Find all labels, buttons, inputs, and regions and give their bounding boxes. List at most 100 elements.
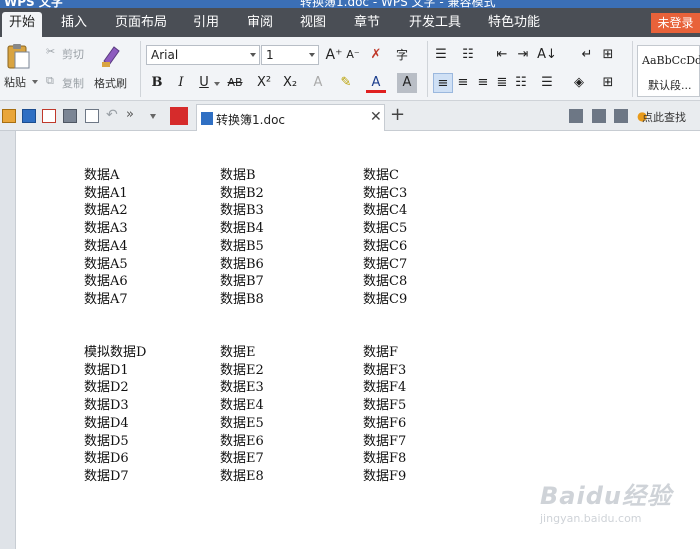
wps-logo-icon[interactable] xyxy=(170,107,188,125)
align-right-button[interactable]: ≡ xyxy=(473,73,493,93)
clear-format-icon[interactable]: ✗ xyxy=(366,45,386,65)
sort-icon[interactable]: A↓ xyxy=(537,45,557,65)
table-cell: 数据D5 xyxy=(84,433,129,449)
table-cell: 数据C3 xyxy=(363,185,408,201)
table-cell: 模拟数据D xyxy=(84,345,147,360)
table-icon[interactable]: ⊞ xyxy=(598,45,618,65)
paste-dropdown-icon[interactable] xyxy=(32,80,38,84)
customize-toolbar-icon[interactable] xyxy=(150,114,156,119)
shrink-font-icon[interactable]: A⁻ xyxy=(343,45,363,65)
justify-button[interactable]: ≣ xyxy=(492,73,512,93)
ribbon: 粘贴 ✂ 剪切 ⧉ 复制 格式刷 Arial 1 A⁺ A⁻ ✗ 字 B I U… xyxy=(0,37,700,101)
format-painter-icon[interactable] xyxy=(100,43,122,69)
char-shading-icon[interactable]: A xyxy=(397,73,417,93)
dock-icon[interactable] xyxy=(592,109,606,123)
menu-bar: 开始 插入 页面布局 引用 审阅 视图 章节 开发工具 特色功能 未登录 xyxy=(0,8,700,37)
paste-icon[interactable] xyxy=(6,42,32,70)
font-size-select[interactable]: 1 xyxy=(261,45,319,65)
table-cell: 数据C9 xyxy=(363,291,408,307)
cut-button[interactable]: 剪切 xyxy=(62,46,84,62)
subscript-button[interactable]: X₂ xyxy=(280,73,300,93)
underline-button[interactable]: U xyxy=(194,73,214,93)
font-color-icon[interactable]: A xyxy=(366,73,386,93)
shading-icon[interactable]: ◈ xyxy=(569,73,589,93)
table-cell: 数据B2 xyxy=(220,185,264,201)
close-icon[interactable]: ✕ xyxy=(370,109,382,125)
settings-icon[interactable] xyxy=(614,109,628,123)
tab-page-layout[interactable]: 页面布局 xyxy=(108,12,174,37)
table-cell: 数据D3 xyxy=(84,398,129,414)
undo-icon[interactable]: ↶ xyxy=(106,107,118,123)
table-cell: 数据A5 xyxy=(84,256,128,272)
tab-start[interactable]: 开始 xyxy=(2,12,42,37)
style-gallery[interactable]: AaBbCcDd 默认段... xyxy=(637,45,700,97)
highlight-icon[interactable]: ✎ xyxy=(336,73,356,93)
line-spacing-icon[interactable]: ☰ xyxy=(537,73,557,93)
print-icon[interactable] xyxy=(63,109,77,123)
watermark-url: jingyan.baidu.com xyxy=(540,512,642,525)
superscript-button[interactable]: X² xyxy=(254,73,274,93)
align-left-button[interactable]: ≡ xyxy=(433,73,453,93)
table-cell: 数据A7 xyxy=(84,291,128,307)
table-cell: 数据A1 xyxy=(84,185,128,201)
tab-review[interactable]: 审阅 xyxy=(240,12,280,37)
numbered-list-icon[interactable]: ☷ xyxy=(458,45,478,65)
show-marks-icon[interactable]: ↵ xyxy=(577,45,597,65)
search-hint[interactable]: 点此查找 xyxy=(642,109,686,125)
table-cell: 数据E5 xyxy=(220,415,264,431)
table-cell: 数据A4 xyxy=(84,238,128,254)
italic-button[interactable]: I xyxy=(171,73,191,93)
login-button[interactable]: 未登录 xyxy=(651,13,700,33)
grow-font-icon[interactable]: A⁺ xyxy=(324,45,344,65)
chevron-down-icon xyxy=(309,53,315,57)
print-preview-icon[interactable] xyxy=(85,109,99,123)
style-name: 默认段... xyxy=(648,79,692,92)
tab-features[interactable]: 特色功能 xyxy=(481,12,547,37)
table-cell: 数据A3 xyxy=(84,221,128,237)
tab-document[interactable]: 转换簿1.doc ✕ xyxy=(196,104,385,131)
distribute-button[interactable]: ☷ xyxy=(511,73,531,93)
tab-references[interactable]: 引用 xyxy=(186,12,226,37)
open-icon[interactable] xyxy=(2,109,16,123)
table-cell: 数据B7 xyxy=(220,274,264,290)
window-icon[interactable] xyxy=(569,109,583,123)
chevron-down-icon xyxy=(250,53,256,57)
font-size-value: 1 xyxy=(266,48,274,62)
tab-view[interactable]: 视图 xyxy=(293,12,333,37)
table-cell: 数据E6 xyxy=(220,433,264,449)
table-cell: 数据B4 xyxy=(220,221,264,237)
increase-indent-icon[interactable]: ⇥ xyxy=(513,45,533,65)
window-title: 转换簿1.doc - WPS 文字 - 兼容模式 xyxy=(300,0,496,8)
watermark: Baidu经验 jingyan.baidu.com xyxy=(540,472,690,532)
tab-section[interactable]: 章节 xyxy=(347,12,387,37)
font-name-select[interactable]: Arial xyxy=(146,45,260,65)
copy-button[interactable]: 复制 xyxy=(62,75,84,91)
table-cell: 数据D1 xyxy=(84,362,129,378)
app-name: WPS 文字 xyxy=(4,0,63,8)
new-tab-button[interactable]: + xyxy=(390,105,405,125)
border-icon[interactable]: ⊞ xyxy=(598,73,618,93)
table-cell: 数据E xyxy=(220,345,256,360)
paste-button[interactable]: 粘贴 xyxy=(4,74,26,90)
table-cell: 数据F3 xyxy=(363,362,407,378)
tab-insert[interactable]: 插入 xyxy=(53,12,95,37)
vertical-ruler xyxy=(0,131,16,549)
watermark-brand: Baidu经验 xyxy=(540,482,672,510)
table-cell: 数据B xyxy=(220,168,256,183)
bullet-list-icon[interactable]: ☰ xyxy=(431,45,451,65)
save-icon[interactable] xyxy=(22,109,36,123)
strikethrough-button[interactable]: AB xyxy=(224,73,246,93)
more-icon[interactable]: » xyxy=(126,107,134,122)
phonetic-guide-icon[interactable]: 字 xyxy=(392,45,412,65)
table-cell: 数据C6 xyxy=(363,238,408,254)
format-painter-button[interactable]: 格式刷 xyxy=(94,75,127,91)
decrease-indent-icon[interactable]: ⇤ xyxy=(492,45,512,65)
document-tab-label: 转换簿1.doc xyxy=(216,113,286,127)
align-center-button[interactable]: ≡ xyxy=(453,73,473,93)
copy-icon: ⧉ xyxy=(46,74,54,87)
export-pdf-icon[interactable] xyxy=(42,109,56,123)
bold-button[interactable]: B xyxy=(147,73,167,93)
underline-dropdown-icon[interactable] xyxy=(214,82,220,86)
tab-developer[interactable]: 开发工具 xyxy=(402,12,468,37)
text-effect-icon[interactable]: A xyxy=(308,73,328,93)
